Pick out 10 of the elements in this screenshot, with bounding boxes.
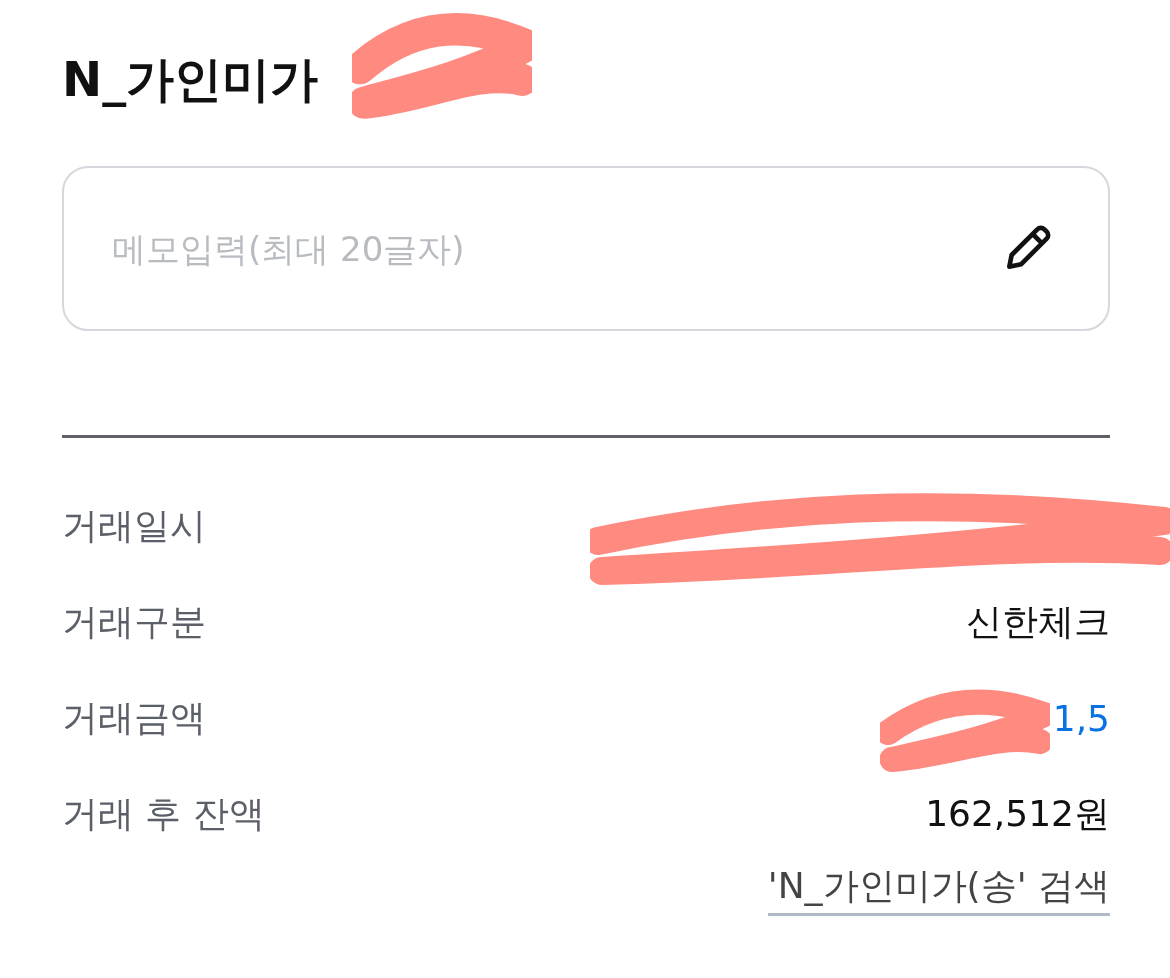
detail-label: 거래구분 [62,599,206,644]
detail-label: 거래 후 잔액 [62,791,265,836]
detail-label: 거래일시 [62,503,206,548]
detail-value: 신한체크 [966,599,1110,644]
memo-field[interactable]: 메모입력(최대 20글자) [62,166,1110,331]
detail-label: 거래금액 [62,695,206,740]
search-link[interactable]: 'N_가인미가(송' 검색 [767,862,1110,916]
detail-value: 1,5 [1052,697,1110,739]
page-title: N_가인미가 [62,50,319,109]
detail-value: 162,512원 [925,791,1110,836]
